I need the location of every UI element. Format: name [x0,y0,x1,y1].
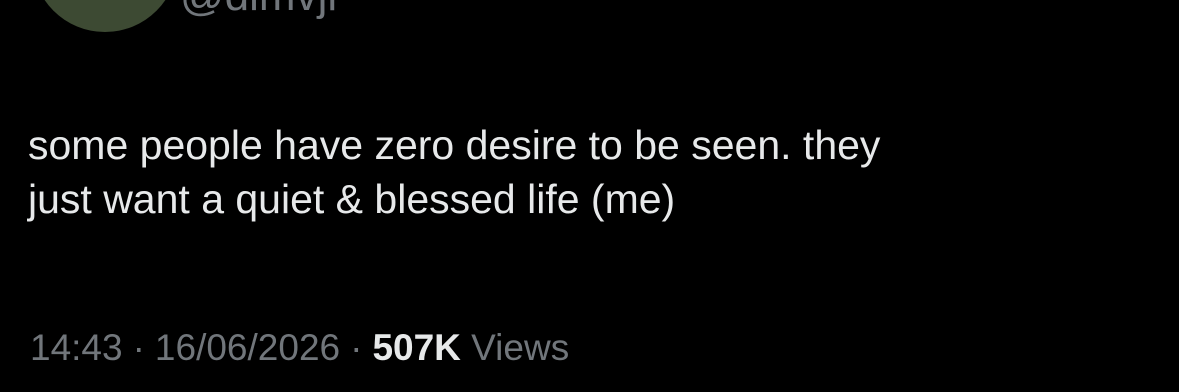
views-label: Views [471,327,570,368]
tweet-text: some people have zero desire to be seen.… [28,118,1148,226]
tweet-meta: 14:43 · 16/06/2026 · 507K Views [30,324,569,372]
tweet-text-line: just want a quiet & blessed life (me) [28,176,676,222]
tweet-text-line: some people have zero desire to be seen.… [28,122,881,168]
meta-separator: · [132,327,145,368]
meta-separator: · [350,327,363,368]
views-count[interactable]: 507K [372,327,460,368]
avatar[interactable] [32,0,178,32]
tweet-date[interactable]: 16/06/2026 [155,327,340,368]
tweet-time[interactable]: 14:43 [30,327,123,368]
author-handle[interactable]: @dimvjl [180,0,337,20]
